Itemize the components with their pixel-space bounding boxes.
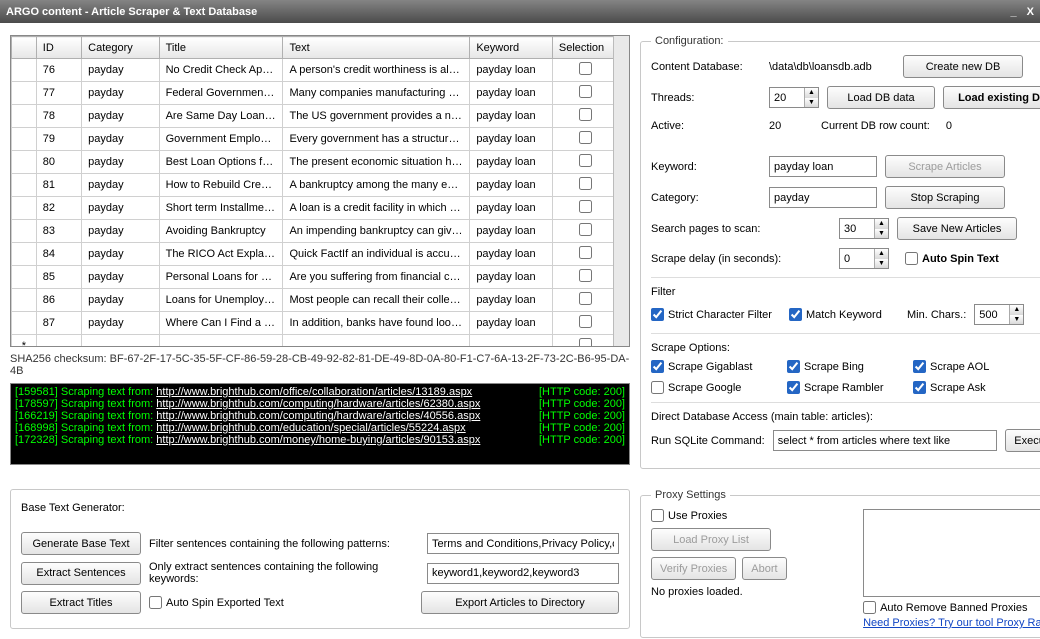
abort-proxies-button[interactable]: Abort — [742, 557, 786, 580]
filter-sentences-label: Filter sentences containing the followin… — [149, 538, 419, 550]
row-select-checkbox[interactable] — [579, 223, 592, 236]
row-select-checkbox[interactable] — [579, 200, 592, 213]
row-select-checkbox[interactable] — [579, 154, 592, 167]
table-row[interactable]: 79 payday Government Employe... Every go… — [12, 128, 619, 151]
col-keyword[interactable]: Keyword — [470, 37, 553, 59]
create-new-db-button[interactable]: Create new DB — [903, 55, 1023, 78]
run-sql-label: Run SQLite Command: — [651, 435, 765, 447]
sql-command-input[interactable] — [773, 430, 998, 451]
auto-spin-exported-checkbox[interactable]: Auto Spin Exported Text — [149, 596, 284, 609]
row-select-checkbox[interactable] — [579, 177, 592, 190]
scrape-articles-button[interactable]: Scrape Articles — [885, 155, 1005, 178]
configuration-legend: Configuration: — [651, 35, 728, 47]
direct-db-access-label: Direct Database Access (main table: arti… — [651, 411, 1040, 423]
strict-filter-checkbox[interactable]: Strict Character Filter — [651, 308, 781, 321]
active-label: Active: — [651, 120, 761, 132]
match-keyword-checkbox[interactable]: Match Keyword — [789, 308, 899, 321]
minimize-button[interactable]: _ — [1011, 6, 1017, 18]
log-console: [159581] Scraping text from: http://www.… — [10, 383, 630, 465]
table-row[interactable]: 87 payday Where Can I Find a B... In add… — [12, 312, 619, 335]
scrape-bing-checkbox[interactable]: Scrape Bing — [787, 360, 905, 373]
proxy-status: No proxies loaded. — [651, 586, 853, 598]
keyword-label: Keyword: — [651, 161, 761, 173]
export-articles-button[interactable]: Export Articles to Directory — [421, 591, 619, 614]
row-select-checkbox[interactable] — [579, 131, 592, 144]
row-select-checkbox[interactable] — [579, 315, 592, 328]
category-input[interactable] — [769, 187, 877, 208]
filter-patterns-input[interactable] — [427, 533, 619, 554]
window-titlebar: ARGO content - Article Scraper & Text Da… — [0, 0, 1040, 23]
proxy-settings-legend: Proxy Settings — [651, 489, 730, 501]
table-row[interactable]: 76 payday No Credit Check Apar... A pers… — [12, 59, 619, 82]
generate-base-text-button[interactable]: Generate Base Text — [21, 532, 141, 555]
scrape-aol-checkbox[interactable]: Scrape AOL — [913, 360, 989, 373]
min-chars-label: Min. Chars.: — [907, 309, 966, 321]
min-chars-spinner[interactable]: ▲▼ — [974, 304, 1024, 325]
col-id[interactable]: ID — [36, 37, 81, 59]
row-select-checkbox[interactable] — [579, 62, 592, 75]
vertical-scrollbar[interactable] — [613, 36, 629, 346]
row-select-checkbox[interactable] — [579, 85, 592, 98]
scrape-ask-checkbox[interactable]: Scrape Ask — [913, 381, 986, 394]
rowcount-value: 0 — [946, 120, 974, 132]
checksum-label: SHA256 checksum: BF-67-2F-17-5C-35-5F-CF… — [10, 353, 630, 377]
table-row[interactable]: 86 payday Loans for Unemploye... Most pe… — [12, 289, 619, 312]
pages-spinner[interactable]: ▲▼ — [839, 218, 889, 239]
table-row[interactable]: 81 payday How to Rebuild Credit... A ban… — [12, 174, 619, 197]
save-new-articles-button[interactable]: Save New Articles — [897, 217, 1017, 240]
verify-proxies-button[interactable]: Verify Proxies — [651, 557, 736, 580]
table-row[interactable]: 84 payday The RICO Act Explain... Quick … — [12, 243, 619, 266]
content-db-label: Content Database: — [651, 61, 761, 73]
proxy-list-textarea[interactable] — [863, 509, 1040, 597]
row-select-checkbox[interactable] — [579, 292, 592, 305]
scrape-google-checkbox[interactable]: Scrape Google — [651, 381, 779, 394]
row-select-checkbox[interactable] — [579, 108, 592, 121]
scrape-gigablast-checkbox[interactable]: Scrape Gigablast — [651, 360, 779, 373]
stop-scraping-button[interactable]: Stop Scraping — [885, 186, 1005, 209]
col-text[interactable]: Text — [283, 37, 470, 59]
base-text-generator-label: Base Text Generator: — [21, 502, 619, 514]
table-row[interactable]: 77 payday Federal Government ... Many co… — [12, 82, 619, 105]
table-row[interactable]: 80 payday Best Loan Options for... The p… — [12, 151, 619, 174]
threads-spinner[interactable]: ▲▼ — [769, 87, 819, 108]
keyword-input[interactable] — [769, 156, 877, 177]
extract-keywords-input[interactable] — [427, 563, 619, 584]
window-title: ARGO content - Article Scraper & Text Da… — [6, 6, 257, 18]
table-row[interactable]: 85 payday Personal Loans for Pe... Are y… — [12, 266, 619, 289]
extract-sentences-button[interactable]: Extract Sentences — [21, 562, 141, 585]
col-category[interactable]: Category — [82, 37, 159, 59]
rowcount-label: Current DB row count: — [821, 120, 930, 132]
category-label: Category: — [651, 192, 761, 204]
table-row[interactable]: 82 payday Short term Installment ... A l… — [12, 197, 619, 220]
execute-button[interactable]: Execute — [1005, 429, 1040, 452]
load-existing-db-button[interactable]: Load existing DB — [943, 86, 1040, 109]
content-db-path: \data\db\loansdb.adb — [769, 61, 895, 73]
table-row[interactable]: 83 payday Avoiding Bankruptcy An impendi… — [12, 220, 619, 243]
filter-section-label: Filter — [651, 286, 1040, 298]
load-proxy-list-button[interactable]: Load Proxy List — [651, 528, 771, 551]
scrape-delay-label: Scrape delay (in seconds): — [651, 253, 831, 265]
auto-remove-banned-checkbox[interactable]: Auto Remove Banned Proxies — [863, 601, 1027, 614]
col-selection[interactable]: Selection — [552, 37, 618, 59]
use-proxies-checkbox[interactable]: Use Proxies — [651, 509, 853, 522]
row-select-checkbox[interactable] — [579, 269, 592, 282]
close-button[interactable]: X — [1027, 6, 1034, 18]
search-pages-label: Search pages to scan: — [651, 223, 831, 235]
need-proxies-link[interactable]: Need Proxies? Try our tool Proxy Raider! — [863, 617, 1040, 629]
row-select-checkbox[interactable] — [579, 246, 592, 259]
row-selector-header — [12, 37, 37, 59]
threads-label: Threads: — [651, 92, 761, 104]
delay-spinner[interactable]: ▲▼ — [839, 248, 889, 269]
extract-titles-button[interactable]: Extract Titles — [21, 591, 141, 614]
articles-table[interactable]: ID Category Title Text Keyword Selection… — [10, 35, 630, 347]
load-db-data-button[interactable]: Load DB data — [827, 86, 935, 109]
scrape-rambler-checkbox[interactable]: Scrape Rambler — [787, 381, 905, 394]
scrape-options-label: Scrape Options: — [651, 342, 1040, 354]
active-value: 20 — [769, 120, 813, 132]
table-row[interactable]: 78 payday Are Same Day Loans ... The US … — [12, 105, 619, 128]
col-title[interactable]: Title — [159, 37, 283, 59]
only-extract-label: Only extract sentences containing the fo… — [149, 561, 419, 585]
auto-spin-text-checkbox[interactable]: Auto Spin Text — [905, 252, 999, 265]
